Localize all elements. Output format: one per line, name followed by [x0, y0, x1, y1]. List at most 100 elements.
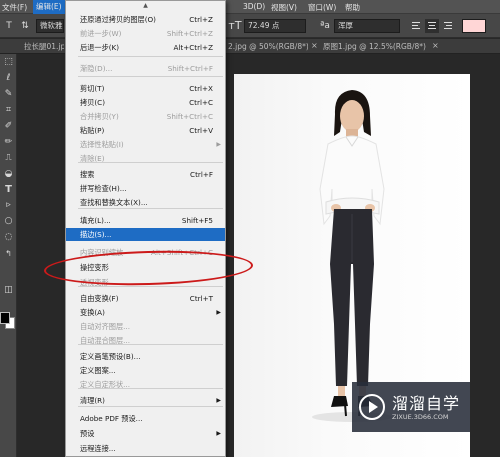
menu-item-shortcut: Ctrl+Z	[189, 15, 213, 24]
menu-item-free-transform[interactable]: 自由变换(F) Ctrl+T	[66, 292, 225, 305]
menu-item-step-backward[interactable]: 后退一步(K) Alt+Ctrl+Z	[66, 41, 225, 54]
menu-item-label: 拼写检查(H)...	[80, 184, 127, 193]
menu-item-adobe-pdf-presets[interactable]: Adobe PDF 预设...	[66, 412, 225, 425]
watermark-url: ZIXUE.3D66.COM	[392, 413, 449, 421]
menu-item-check-spelling[interactable]: 拼写检查(H)...	[66, 182, 225, 195]
menu-item-step-forward[interactable]: 前进一步(W) Shift+Ctrl+Z	[66, 27, 225, 40]
menu-item-shortcut: Ctrl+F	[190, 170, 213, 179]
photoshop-window: 文件(F) 编辑(E) 3D(D) 视图(V) 窗口(W) 帮助 T ⇅ 微软雅…	[0, 0, 500, 457]
tab-close-icon[interactable]: ×	[311, 41, 318, 50]
quick-mask-icon[interactable]: ◫	[2, 284, 15, 297]
menu-item-shortcut: Shift+F5	[181, 216, 213, 225]
menu-item-label: 自动混合图层...	[80, 336, 130, 345]
font-family-select[interactable]: 微软雅黑	[36, 19, 64, 33]
menu-item-fade[interactable]: 渐隐(D)... Shift+Ctrl+F	[66, 62, 225, 75]
menu-edit[interactable]: 编辑(E)	[33, 0, 65, 14]
marquee-tool-icon[interactable]: ⬚	[2, 56, 15, 69]
menu-item-auto-align-layers[interactable]: 自动对齐图层...	[66, 320, 225, 333]
menu-item-copy-merged[interactable]: 合并拷贝(Y) Shift+Ctrl+C	[66, 110, 225, 123]
text-color-swatch[interactable]	[462, 19, 486, 33]
menu-item-remote-connections[interactable]: 远程连接...	[66, 442, 225, 455]
menu-item-label: 渐隐(D)...	[80, 64, 113, 73]
menu-item-find-replace-text[interactable]: 查找和替换文本(X)...	[66, 196, 225, 209]
menu-item-label: 粘贴(P)	[80, 126, 105, 135]
menu-item-label: 剪切(T)	[80, 84, 105, 93]
menu-item-presets[interactable]: 预设 ▶	[66, 427, 225, 440]
quick-select-tool-icon[interactable]: ✎	[2, 88, 15, 101]
edit-menu: ▲ 还原通过拷贝的图层(O) Ctrl+Z 前进一步(W) Shift+Ctrl+Z 后…	[65, 0, 226, 457]
menu-3d[interactable]: 3D(D)	[243, 2, 265, 11]
menu-item-label: 搜索	[80, 170, 95, 179]
menu-item-shortcut: Shift+Ctrl+C	[166, 112, 213, 121]
menu-item-label: Adobe PDF 预设...	[80, 414, 143, 423]
path-select-tool-icon[interactable]: ▹	[2, 199, 15, 212]
menu-item-undo[interactable]: 还原通过拷贝的图层(O) Ctrl+Z	[66, 13, 225, 26]
menu-item-auto-blend-layers[interactable]: 自动混合图层...	[66, 334, 225, 347]
menu-item-label: 查找和替换文本(X)...	[80, 198, 148, 207]
menu-item-fill[interactable]: 填充(L)... Shift+F5	[66, 214, 225, 227]
menu-help[interactable]: 帮助	[345, 2, 360, 13]
align-right-icon[interactable]	[441, 19, 455, 33]
menu-item-paste-special[interactable]: 选择性粘贴(I) ▶	[66, 138, 225, 151]
align-center-icon[interactable]	[425, 19, 439, 33]
foreground-color-swatch[interactable]	[0, 312, 10, 324]
anti-alias-select[interactable]: 浑厚	[334, 19, 400, 33]
tab-document-3[interactable]: 原图1.jpg @ 12.5%(RGB/8*)	[323, 41, 428, 54]
menu-item-shortcut: Ctrl+X	[189, 84, 213, 93]
menu-item-label: 定义自定形状...	[80, 380, 130, 389]
hand-tool-icon[interactable]: ◌	[2, 231, 15, 244]
tab-document-1[interactable]: 拉长腿01.jpg	[24, 41, 64, 54]
submenu-arrow-icon: ▶	[216, 309, 221, 316]
menu-item-shortcut: Shift+Ctrl+F	[167, 64, 213, 73]
menu-window[interactable]: 窗口(W)	[308, 2, 336, 13]
text-orientation-icon[interactable]: ⇅	[18, 19, 32, 33]
menu-item-shortcut: Alt+Ctrl+Z	[173, 43, 214, 52]
font-size-select[interactable]: 72.49 点	[244, 19, 306, 33]
menu-item-paste[interactable]: 粘贴(P) Ctrl+V	[66, 124, 225, 137]
eyedropper-tool-icon[interactable]: ✐	[2, 120, 15, 133]
menu-item-label: 预设	[80, 429, 95, 438]
menu-item-stroke[interactable]: 描边(S)...	[66, 228, 225, 241]
ellipse-tool-icon[interactable]: ○	[2, 215, 15, 228]
menu-item-label: 合并拷贝(Y)	[80, 112, 119, 121]
menu-item-label: 还原通过拷贝的图层(O)	[80, 15, 156, 24]
menu-item-purge[interactable]: 清理(R) ▶	[66, 394, 225, 407]
stamp-tool-icon[interactable]: ⎍	[2, 152, 15, 165]
menu-item-copy[interactable]: 拷贝(C) Ctrl+C	[66, 96, 225, 109]
menu-view[interactable]: 视图(V)	[271, 2, 297, 13]
menu-item-define-custom-shape[interactable]: 定义自定形状...	[66, 378, 225, 391]
menu-item-search[interactable]: 搜索 Ctrl+F	[66, 168, 225, 181]
menu-item-label: 变换(A)	[80, 308, 105, 317]
menu-item-label: 选择性粘贴(I)	[80, 140, 124, 149]
menu-item-transform[interactable]: 变换(A) ▶	[66, 306, 225, 319]
menu-item-shortcut: Ctrl+C	[189, 98, 213, 107]
tools-panel: ⬚ ℓ ✎ ⌗ ✐ ✏ ⎍ ◒ T ▹ ○ ◌ ↰ ◫	[0, 54, 17, 457]
menu-item-define-pattern[interactable]: 定义图案...	[66, 364, 225, 377]
submenu-arrow-icon: ▶	[216, 141, 221, 148]
menu-item-label: 自动对齐图层...	[80, 322, 130, 331]
menu-file[interactable]: 文件(F)	[2, 2, 27, 13]
menu-item-label: 描边(S)...	[80, 230, 112, 239]
menu-item-label: 自由变换(F)	[80, 294, 119, 303]
menu-item-shortcut: Ctrl+T	[189, 294, 213, 303]
brush-tool-icon[interactable]: ✏	[2, 136, 15, 149]
crop-tool-icon[interactable]: ⌗	[2, 104, 15, 117]
play-logo-icon	[359, 394, 385, 420]
menu-item-define-brush-preset[interactable]: 定义画笔预设(B)...	[66, 350, 225, 363]
menu-separator	[78, 56, 223, 57]
align-left-icon[interactable]	[409, 19, 423, 33]
type-tool-icon[interactable]: T	[2, 183, 15, 196]
menu-item-label: 前进一步(W)	[80, 29, 122, 38]
menu-item-label: 清除(E)	[80, 154, 105, 163]
menu-item-label: 定义图案...	[80, 366, 116, 375]
menu-item-cut[interactable]: 剪切(T) Ctrl+X	[66, 82, 225, 95]
tab-close-icon[interactable]: ×	[432, 41, 439, 50]
watermark-title: 溜溜自学	[392, 394, 461, 413]
menu-item-clear[interactable]: 清除(E)	[66, 152, 225, 165]
tab-document-2[interactable]: 2.jpg @ 50%(RGB/8*)	[228, 41, 308, 54]
menu-scroll-up-icon[interactable]: ▲	[66, 2, 225, 10]
menu-item-shortcut: Ctrl+V	[189, 126, 213, 135]
swap-colors-icon[interactable]: ↰	[2, 247, 15, 260]
lasso-tool-icon[interactable]: ℓ	[2, 72, 15, 85]
eraser-tool-icon[interactable]: ◒	[2, 168, 15, 181]
